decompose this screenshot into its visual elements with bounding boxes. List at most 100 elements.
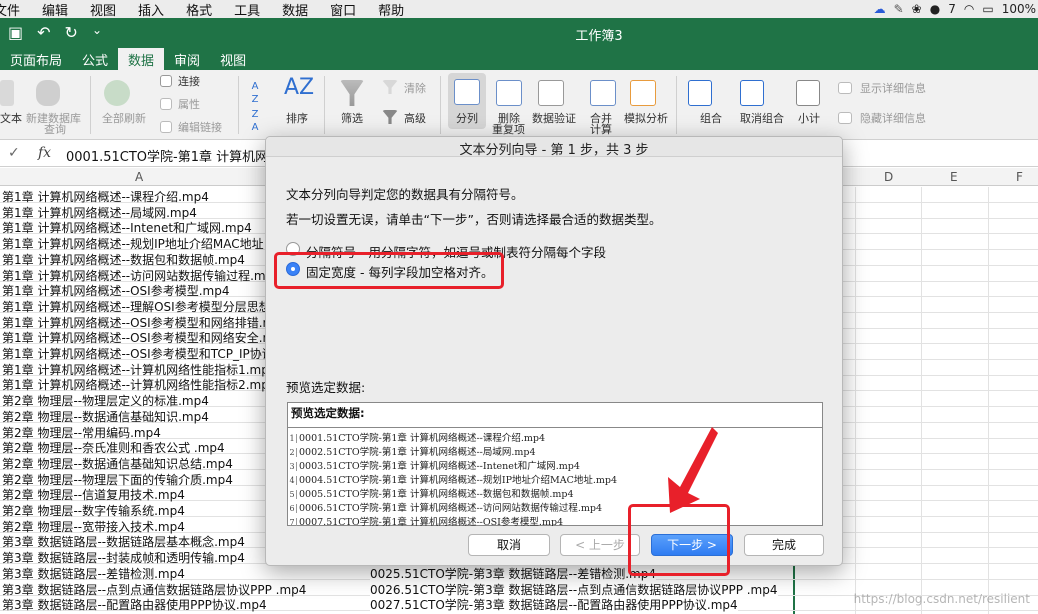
tab-view[interactable]: 视图: [210, 48, 256, 70]
menu-data[interactable]: 数据: [271, 0, 319, 19]
table-row[interactable]: 第3章 数据链路层--差错检测.mp4 0025.51CTO学院-第3章 数据链路…: [0, 564, 1038, 582]
preview-line-text: 0001.51CTO学院-第1章 计算机网络概述--课程介绍.mp4: [299, 433, 546, 444]
column-header-e[interactable]: E: [950, 170, 958, 184]
ribbon-tabs: 页面布局 公式 数据 审阅 视图: [0, 48, 1038, 70]
filter-icon[interactable]: [340, 80, 364, 106]
menu-window[interactable]: 窗口: [319, 0, 367, 19]
tab-formulas[interactable]: 公式: [72, 48, 118, 70]
tab-data[interactable]: 数据: [118, 48, 165, 70]
show-detail-icon[interactable]: [838, 82, 852, 94]
preview-line: 6 0006.51CTO学院-第1章 计算机网络概述--访问网站数据传输过程.mp…: [288, 500, 822, 515]
text-import-wizard-dialog: 文本分列向导 - 第 1 步，共 3 步 文本分列向导判定您的数据具有分隔符号。…: [265, 136, 843, 566]
properties-label[interactable]: 属性: [178, 98, 200, 111]
tab-page-layout[interactable]: 页面布局: [0, 48, 72, 70]
preview-header: 预览选定数据:: [291, 406, 365, 420]
dialog-title: 文本分列向导 - 第 1 步，共 3 步: [459, 143, 649, 158]
data-validation-icon[interactable]: [538, 80, 564, 106]
display-icon[interactable]: ▭: [982, 2, 993, 16]
group-icon[interactable]: [688, 80, 712, 106]
formula-input[interactable]: 0001.51CTO学院-第1章 计算机网: [66, 146, 268, 165]
advanced-filter-icon[interactable]: [382, 110, 398, 124]
cloud-icon[interactable]: ☁: [874, 2, 886, 16]
wizard-instruction-text: 若一切设置无误，请单击“下一步”，否则请选择最合适的数据类型。: [286, 212, 662, 227]
preview-line-number: 2: [288, 448, 297, 457]
column-header-d[interactable]: D: [884, 170, 893, 184]
cancel-formula-icon[interactable]: ✓: [8, 145, 20, 161]
edit-links-icon[interactable]: [160, 121, 172, 133]
split-column-label[interactable]: 分列: [456, 112, 478, 125]
preview-line-text: 0004.51CTO学院-第1章 计算机网络概述--规划IP地址介绍MAC地址.…: [299, 475, 618, 486]
ungroup-label[interactable]: 取消组合: [740, 112, 784, 125]
database-icon[interactable]: [36, 80, 60, 106]
advanced-label[interactable]: 高级: [404, 112, 426, 125]
connections-label[interactable]: 连接: [178, 75, 200, 88]
data-preview-box[interactable]: 预览选定数据: 1 0001.51CTO学院-第1章 计算机网络概述--课程介绍.…: [287, 402, 823, 526]
edit-links-label[interactable]: 编辑链接: [178, 121, 222, 134]
quick-access-toolbar: ▣ ↶ ↻ ⌄: [8, 23, 102, 42]
customize-icon[interactable]: ⌄: [92, 23, 102, 42]
what-if-label[interactable]: 模拟分析: [624, 112, 668, 125]
menu-insert[interactable]: 插入: [127, 0, 175, 19]
hide-detail-icon[interactable]: [838, 112, 852, 124]
menu-view[interactable]: 视图: [79, 0, 127, 19]
preview-line-number: 5: [288, 490, 297, 499]
clear-label[interactable]: 清除: [404, 82, 426, 95]
menu-format[interactable]: 格式: [175, 0, 223, 19]
show-detail-label[interactable]: 显示详细信息: [860, 82, 926, 95]
group-label[interactable]: 组合: [700, 112, 722, 125]
save-icon[interactable]: ▣: [8, 23, 23, 42]
clear-filter-icon[interactable]: [382, 80, 398, 94]
evernote-icon[interactable]: ✎: [894, 2, 904, 16]
panda-icon[interactable]: ❀: [912, 2, 922, 16]
data-validation-label[interactable]: 数据验证: [532, 112, 576, 125]
divider: [324, 76, 325, 134]
menu-help[interactable]: 帮助: [367, 0, 415, 19]
what-if-icon[interactable]: [630, 80, 656, 106]
ribbon: 文本 新建数据库 查询 全部刷新 连接 属性 编辑链接 A Z Z A AZ 排…: [0, 70, 1038, 140]
preview-line-number: 3: [288, 462, 297, 471]
menu-tools[interactable]: 工具: [223, 0, 271, 19]
refresh-icon[interactable]: [104, 80, 130, 106]
ungroup-icon[interactable]: [740, 80, 764, 106]
wifi-icon[interactable]: ◠: [964, 2, 974, 16]
menu-bar: 文件 编辑 视图 插入 格式 工具 数据 窗口 帮助 ☁ ✎ ❀ ● 7 ◠ ▭…: [0, 0, 1038, 19]
sort-label[interactable]: 排序: [286, 112, 308, 125]
preview-line-text: 0006.51CTO学院-第1章 计算机网络概述--访问网站数据传输过程.mp4: [299, 503, 603, 514]
tab-review[interactable]: 审阅: [164, 48, 210, 70]
divider: [238, 76, 239, 134]
sort-za-icon[interactable]: Z A: [248, 108, 262, 134]
cell-b[interactable]: 0027.51CTO学院-第3章 数据链路层--配置路由器使用PPP协议.mp4: [370, 596, 738, 614]
finish-button[interactable]: 完成: [744, 534, 824, 556]
qq-icon[interactable]: ●: [930, 2, 940, 16]
consolidate-icon[interactable]: [590, 80, 616, 106]
refresh-all-label[interactable]: 全部刷新: [102, 112, 146, 125]
divider: [90, 76, 91, 134]
preview-lines: 1 0001.51CTO学院-第1章 计算机网络概述--课程介绍.mp4 2 0002…: [288, 427, 822, 526]
undo-icon[interactable]: ↶: [37, 23, 50, 42]
watermark: https://blog.csdn.net/resilient: [853, 592, 1030, 606]
sort-icon[interactable]: AZ: [284, 76, 314, 100]
text-import-icon[interactable]: [0, 80, 14, 106]
cell-a[interactable]: 第3章 数据链路层--配置路由器使用PPP协议.mp4: [2, 596, 267, 613]
remove-duplicates-icon[interactable]: [496, 80, 522, 106]
preview-line-text: 0005.51CTO学院-第1章 计算机网络概述--数据包和数据帧.mp4: [299, 489, 574, 500]
connections-icon[interactable]: [160, 75, 172, 87]
function-icon[interactable]: fx: [38, 145, 51, 161]
filter-label[interactable]: 筛选: [341, 112, 363, 125]
remove-duplicates-label-2: 重复项: [492, 123, 525, 136]
menu-edit[interactable]: 编辑: [31, 0, 79, 19]
menu-file[interactable]: 文件: [0, 0, 31, 19]
properties-icon[interactable]: [160, 98, 172, 110]
fixed-width-highlight: [274, 252, 504, 289]
subtotal-label[interactable]: 小计: [798, 112, 820, 125]
cancel-button[interactable]: 取消: [468, 534, 550, 556]
split-column-glyph: [454, 79, 480, 105]
text-import-label[interactable]: 文本: [0, 112, 22, 125]
column-header-f[interactable]: F: [1016, 170, 1023, 184]
sort-az-icon[interactable]: A Z: [248, 80, 262, 106]
column-header-a[interactable]: A: [135, 170, 143, 184]
hide-detail-label[interactable]: 隐藏详细信息: [860, 112, 926, 125]
subtotal-icon[interactable]: [796, 80, 820, 106]
preview-line-number: 6: [288, 504, 297, 513]
redo-icon[interactable]: ↻: [65, 23, 78, 42]
